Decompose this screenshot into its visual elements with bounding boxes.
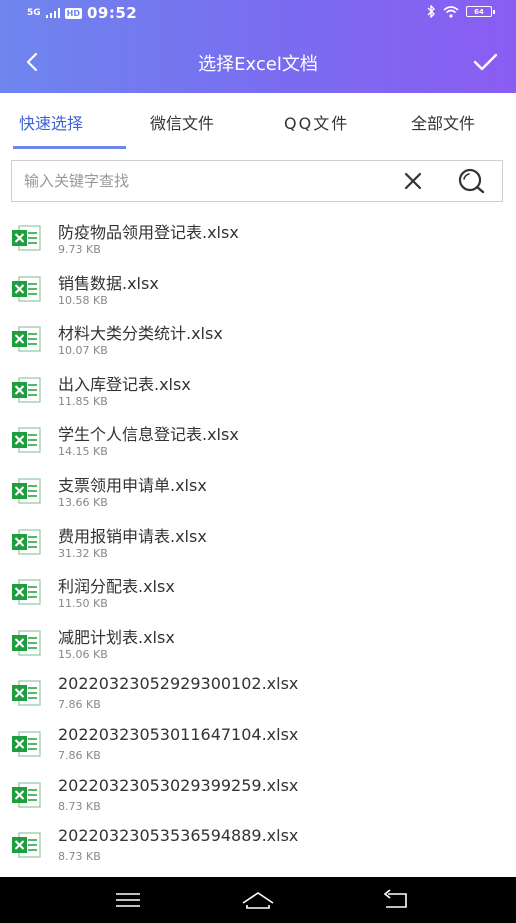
- back-arrow-icon: [383, 889, 407, 908]
- file-item[interactable]: 利润分配表.xlsx 11.50 KB: [0, 568, 516, 619]
- system-navigation-bar: [0, 877, 516, 923]
- file-name: 销售数据.xlsx: [58, 273, 159, 293]
- home-icon: [242, 892, 274, 909]
- status-bar: 5G HD 09:52 64: [0, 0, 516, 26]
- close-icon: [404, 172, 422, 190]
- search-box: [11, 160, 503, 202]
- file-name: 支票领用申请单.xlsx: [58, 475, 207, 495]
- signal-icon: [45, 8, 60, 18]
- excel-file-icon: [12, 225, 41, 251]
- file-item[interactable]: 20220323053029399259.xlsx 8.73 KB: [0, 771, 516, 822]
- file-size: 7.86 KB: [58, 698, 101, 712]
- file-name: 20220323052929300102.xlsx: [58, 674, 299, 694]
- excel-file-icon: [12, 427, 41, 453]
- menu-icon: [116, 893, 140, 907]
- excel-file-icon: [12, 528, 41, 555]
- active-tab-indicator: [13, 146, 126, 149]
- file-size: 7.86 KB: [58, 748, 101, 762]
- file-name: 学生个人信息登记表.xlsx: [58, 425, 239, 445]
- file-name: 利润分配表.xlsx: [58, 577, 175, 597]
- excel-file-icon: [12, 377, 41, 403]
- file-name: 出入库登记表.xlsx: [58, 374, 191, 394]
- confirm-button[interactable]: [470, 48, 500, 76]
- file-size: 10.07 KB: [58, 344, 108, 358]
- status-left: 5G HD 09:52: [27, 4, 137, 22]
- file-size: 9.73 KB: [58, 243, 101, 256]
- excel-file-icon: [12, 579, 41, 605]
- excel-file-icon: [12, 326, 41, 352]
- file-size: 13.66 KB: [58, 495, 108, 509]
- home-button[interactable]: [238, 885, 278, 915]
- file-name: 20220323053029399259.xlsx: [58, 775, 299, 795]
- tab-wechat-files[interactable]: 微信文件: [150, 110, 214, 134]
- excel-file-icon: [12, 478, 41, 504]
- file-name: 防疫物品领用登记表.xlsx: [58, 223, 239, 242]
- search-icon: [458, 168, 485, 194]
- bluetooth-icon: [427, 5, 435, 18]
- file-size: 8.73 KB: [58, 799, 101, 813]
- file-item[interactable]: 减肥计划表.xlsx 15.06 KB: [0, 619, 516, 670]
- page-title: 选择Excel文档: [198, 54, 318, 75]
- status-time: 09:52: [87, 4, 138, 22]
- app-header: 5G HD 09:52 64 选择Excel文档: [0, 0, 516, 93]
- file-name: 减肥计划表.xlsx: [58, 627, 175, 647]
- search-button[interactable]: [456, 167, 486, 195]
- file-size: 14.15 KB: [58, 445, 108, 459]
- file-size: 10.58 KB: [58, 293, 108, 307]
- file-item[interactable]: 出入库登记表.xlsx 11.85 KB: [0, 366, 516, 417]
- back-system-button[interactable]: [376, 885, 416, 915]
- file-item[interactable]: 20220323052929300102.xlsx 7.86 KB: [0, 669, 516, 720]
- check-icon: [473, 53, 498, 71]
- file-name: 20220323053536594889.xlsx: [58, 826, 299, 846]
- excel-file-icon: [12, 781, 41, 808]
- file-size: 31.32 KB: [58, 546, 108, 560]
- nav-bar: 选择Excel文档: [0, 40, 516, 84]
- file-item[interactable]: 支票领用申请单.xlsx 13.66 KB: [0, 467, 516, 518]
- file-name: 费用报销申请表.xlsx: [58, 526, 207, 546]
- clear-search-button[interactable]: [402, 170, 424, 192]
- file-size: 11.85 KB: [58, 394, 108, 408]
- menu-button[interactable]: [108, 885, 148, 915]
- excel-file-icon: [12, 275, 41, 302]
- excel-file-icon: [12, 630, 41, 656]
- excel-file-icon: [12, 731, 41, 757]
- file-item[interactable]: 学生个人信息登记表.xlsx 14.15 KB: [0, 416, 516, 467]
- file-item[interactable]: 防疫物品领用登记表.xlsx 9.73 KB: [0, 214, 516, 265]
- file-item[interactable]: 销售数据.xlsx 10.58 KB: [0, 265, 516, 316]
- file-item[interactable]: 费用报销申请表.xlsx 31.32 KB: [0, 518, 516, 569]
- status-right: 64: [427, 5, 495, 18]
- tab-bar: 快速选择 微信文件 QQ文件 全部文件: [0, 93, 516, 149]
- tab-all-files[interactable]: 全部文件: [411, 110, 475, 134]
- tab-quick-select[interactable]: 快速选择: [19, 110, 83, 134]
- excel-file-icon: [12, 680, 41, 706]
- file-item[interactable]: 20220323053011647104.xlsx 7.86 KB: [0, 720, 516, 771]
- excel-file-icon: [12, 832, 41, 858]
- file-size: 15.06 KB: [58, 647, 108, 661]
- tab-qq-files[interactable]: QQ文件: [284, 110, 349, 134]
- network-label: 5G: [27, 8, 41, 18]
- battery-level: 64: [474, 8, 484, 16]
- file-list: 防疫物品领用登记表.xlsx 9.73 KB 销售数据.xlsx 10.58 KB 材料…: [0, 214, 516, 872]
- hd-badge: HD: [64, 7, 82, 19]
- file-name: 20220323053011647104.xlsx: [58, 724, 299, 744]
- file-item[interactable]: 20220323053536594889.xlsx 8.73 KB: [0, 821, 516, 872]
- file-size: 11.50 KB: [58, 597, 108, 611]
- battery-icon: 64: [466, 6, 495, 17]
- search-input[interactable]: [24, 161, 384, 200]
- file-size: 8.73 KB: [58, 850, 101, 864]
- wifi-icon: [443, 5, 459, 18]
- file-name: 材料大类分类统计.xlsx: [58, 324, 223, 344]
- file-item[interactable]: 材料大类分类统计.xlsx 10.07 KB: [0, 315, 516, 366]
